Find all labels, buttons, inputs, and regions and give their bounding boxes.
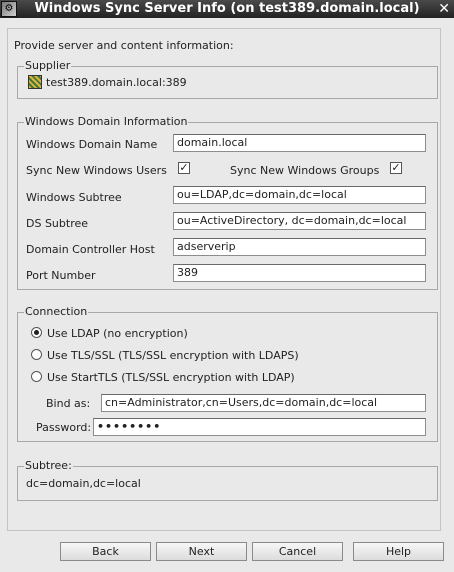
- ldap-radio-label[interactable]: Use LDAP (no encryption): [47, 327, 188, 340]
- server-icon: [28, 75, 42, 89]
- password-label: Password:: [36, 421, 92, 434]
- domain-name-field[interactable]: domain.local: [173, 134, 426, 152]
- help-button[interactable]: Help: [353, 542, 444, 561]
- windows-subtree-field[interactable]: ou=LDAP,dc=domain,dc=local: [173, 186, 426, 204]
- ds-subtree-field[interactable]: ou=ActiveDirectory, dc=domain,dc=local: [173, 212, 426, 230]
- back-button[interactable]: Back: [60, 542, 151, 561]
- supplier-value: test389.domain.local:389: [46, 75, 187, 89]
- bind-as-field[interactable]: cn=Administrator,cn=Users,dc=domain,dc=l…: [101, 394, 426, 412]
- sync-users-checkbox[interactable]: ✓: [178, 162, 190, 174]
- subtree-legend: Subtree:: [24, 459, 73, 473]
- subtree-value: dc=domain,dc=local: [26, 477, 141, 490]
- domain-name-label: Windows Domain Name: [26, 138, 158, 151]
- starttls-radio[interactable]: [31, 371, 42, 382]
- password-field[interactable]: ••••••••: [93, 418, 426, 436]
- starttls-radio-label[interactable]: Use StartTLS (TLS/SSL encryption with LD…: [47, 371, 295, 384]
- supplier-row: test389.domain.local:389: [28, 75, 187, 89]
- tls-ssl-radio-label[interactable]: Use TLS/SSL (TLS/SSL encryption with LDA…: [47, 349, 299, 362]
- next-button[interactable]: Next: [156, 542, 247, 561]
- cancel-button[interactable]: Cancel: [252, 542, 343, 561]
- ldap-radio[interactable]: [31, 327, 42, 338]
- sync-groups-label: Sync New Windows Groups: [230, 164, 380, 177]
- sync-groups-checkbox[interactable]: ✓: [390, 162, 402, 174]
- ds-subtree-label: DS Subtree: [26, 217, 89, 230]
- supplier-legend: Supplier: [24, 59, 72, 73]
- port-field[interactable]: 389: [173, 264, 426, 282]
- intro-text: Provide server and content information:: [14, 39, 234, 52]
- port-label: Port Number: [26, 269, 96, 282]
- dc-host-field[interactable]: adserverip: [173, 238, 426, 256]
- tls-ssl-radio[interactable]: [31, 349, 42, 360]
- window-title: Windows Sync Server Info (on test389.dom…: [34, 1, 420, 16]
- bind-as-label: Bind as:: [46, 397, 91, 410]
- connection-legend: Connection: [24, 305, 89, 319]
- sync-users-label: Sync New Windows Users: [26, 164, 167, 177]
- domain-legend: Windows Domain Information: [24, 115, 189, 129]
- windows-subtree-label: Windows Subtree: [26, 191, 122, 204]
- dc-host-label: Domain Controller Host: [26, 243, 155, 256]
- close-icon[interactable]: ✕: [438, 0, 450, 18]
- title-bar: ⚙ Windows Sync Server Info (on test389.d…: [0, 0, 454, 18]
